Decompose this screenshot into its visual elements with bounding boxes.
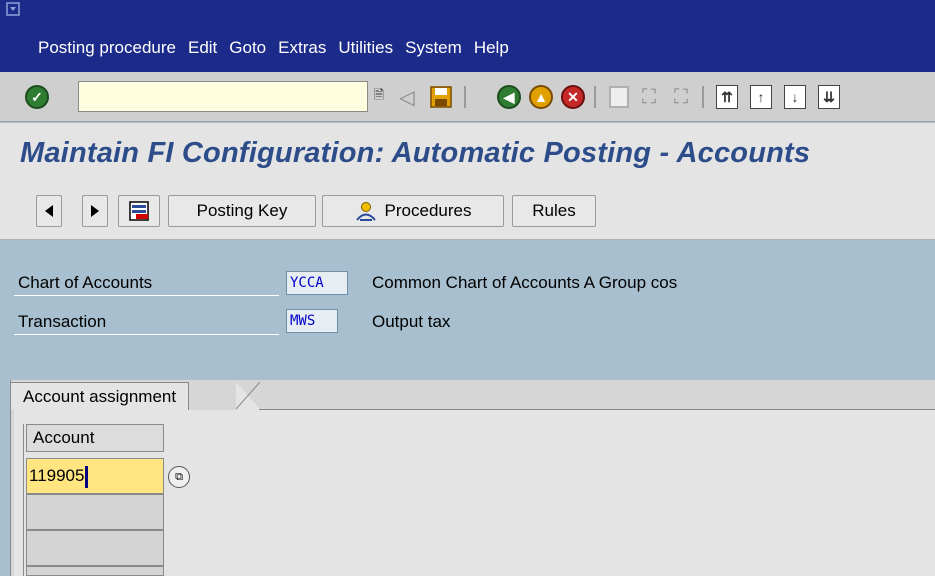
tab-edge [236,382,260,410]
chart-of-accounts-label: Chart of Accounts [14,270,279,296]
exit-icon[interactable]: ▲ [526,82,556,112]
procedures-label: Procedures [384,201,472,220]
posting-key-label: Posting Key [196,201,288,220]
standard-toolbar: ✓ 🗎 ◁ ◀ ▲ ✕ ⛶ ⛶ ⇈ ↑ ↓ ⇊ [0,72,935,122]
find-next-icon[interactable]: ⛶ [666,82,696,112]
application-toolbar: Posting Key Procedures Rules [0,183,935,240]
command-field-dropdown-icon[interactable]: 🗎 [368,81,390,112]
menu-edit[interactable]: Edit [188,38,217,58]
first-page-icon[interactable]: ⇈ [712,82,742,112]
delete-row-icon [129,201,149,221]
account-cell[interactable] [26,530,164,566]
previous-entry-button[interactable] [36,195,62,227]
menu-extras[interactable]: Extras [278,38,326,58]
row-selector-column[interactable] [14,424,24,576]
posting-key-button[interactable]: Posting Key [168,195,316,227]
next-page-icon[interactable]: ↓ [780,82,810,112]
save-icon[interactable] [426,82,456,112]
chart-of-accounts-description: Common Chart of Accounts A Group cos [372,273,678,292]
procedures-icon [355,202,376,221]
find-icon[interactable]: ⛶ [634,82,664,112]
tab-account-assignment[interactable]: Account assignment [10,382,190,410]
menu-system[interactable]: System [405,38,462,58]
menu-posting-procedure[interactable]: Posting procedure [38,38,176,58]
menu-goto[interactable]: Goto [229,38,266,58]
last-page-icon[interactable]: ⇊ [814,82,844,112]
transaction-label: Transaction [14,309,279,335]
account-cell[interactable]: 119905 [26,458,164,494]
rules-button[interactable]: Rules [512,195,596,227]
toolbar-separator [464,86,466,108]
rules-label: Rules [532,201,576,220]
page-title: Maintain FI Configuration: Automatic Pos… [20,137,811,169]
toolbar-separator [702,86,704,108]
back-arrow-icon[interactable]: ◁ [392,82,422,112]
toolbar-separator [594,86,596,108]
procedures-button[interactable]: Procedures [322,195,504,227]
back-icon[interactable]: ◀ [494,82,524,112]
account-cell[interactable] [26,494,164,530]
command-field[interactable] [78,81,368,112]
account-cell[interactable] [26,566,164,576]
menu-help[interactable]: Help [474,38,509,58]
title-bar: Maintain FI Configuration: Automatic Pos… [0,123,935,183]
transaction-field[interactable]: MWS [286,309,338,333]
enter-icon[interactable]: ✓ [22,82,52,112]
value-help-icon[interactable]: ⧉ [168,466,190,488]
cancel-icon[interactable]: ✕ [558,82,588,112]
system-menu-icon[interactable] [6,2,20,16]
chart-of-accounts-field[interactable]: YCCA [286,271,348,295]
delete-entry-button[interactable] [118,195,160,227]
account-cell-value: 119905 [29,466,85,485]
prev-page-icon[interactable]: ↑ [746,82,776,112]
menu: Posting procedure Edit Goto Extras Utili… [38,38,521,58]
account-column-header[interactable]: Account [26,424,164,452]
transaction-description: Output tax [372,312,451,331]
menu-utilities[interactable]: Utilities [338,38,393,58]
text-cursor [85,465,89,488]
menu-bar: Posting procedure Edit Goto Extras Utili… [0,0,935,72]
next-entry-button[interactable] [82,195,108,227]
print-icon[interactable] [604,82,634,112]
